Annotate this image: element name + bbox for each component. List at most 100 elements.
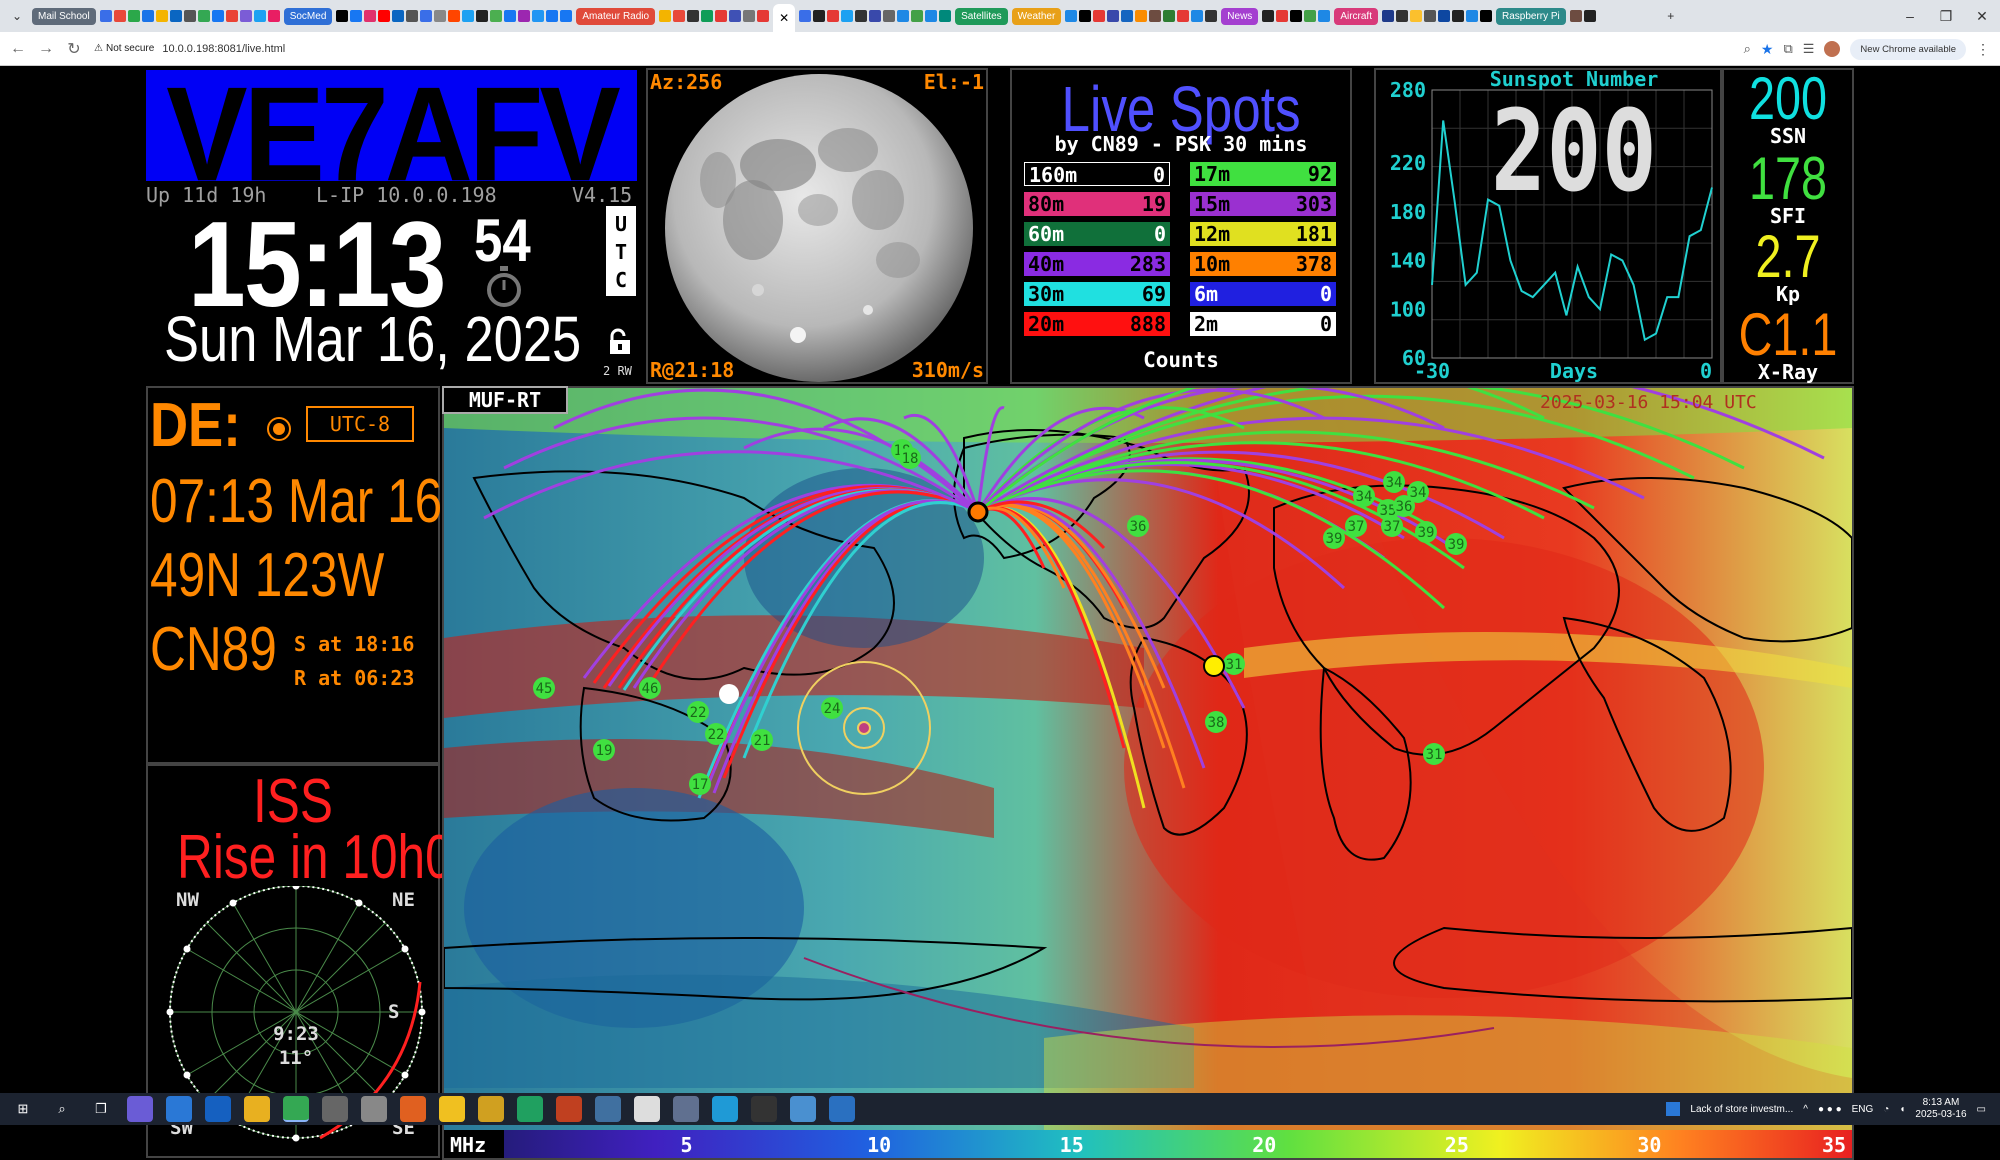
- bookmark-folder-mail-school[interactable]: Mail School: [32, 7, 96, 25]
- spot-station-marker[interactable]: 39: [1415, 521, 1437, 543]
- bookmark-folder-raspberry-pi[interactable]: Raspberry Pi: [1495, 7, 1566, 25]
- band-cell-12m[interactable]: 12m 181: [1190, 222, 1336, 246]
- de-location-marker[interactable]: [967, 501, 989, 523]
- bookmark-folder-weather[interactable]: Weather: [1011, 7, 1062, 25]
- tab-favicons-group-3[interactable]: [659, 10, 770, 22]
- back-arrow-icon[interactable]: ←: [4, 35, 32, 63]
- spot-station-marker[interactable]: 31: [1423, 743, 1445, 765]
- forward-arrow-icon[interactable]: →: [32, 35, 60, 63]
- spot-station-marker[interactable]: 19: [593, 739, 615, 761]
- tab-favicons-group-8[interactable]: [1569, 10, 1596, 22]
- spot-station-marker[interactable]: 46: [639, 677, 661, 699]
- spot-station-marker[interactable]: 39: [1445, 533, 1467, 555]
- app-icon-7[interactable]: [556, 1096, 582, 1122]
- news-widget-text[interactable]: Lack of store investm...: [1690, 1104, 1793, 1115]
- app-icon-8[interactable]: [595, 1096, 621, 1122]
- app-icon-10[interactable]: [673, 1096, 699, 1122]
- spot-station-marker[interactable]: 21: [751, 729, 773, 751]
- edge-icon[interactable]: [712, 1096, 738, 1122]
- news-widget-icon[interactable]: [1666, 1102, 1681, 1116]
- spot-station-marker[interactable]: 31: [1223, 653, 1245, 675]
- language-indicator[interactable]: ENG: [1852, 1104, 1874, 1115]
- zoom-icon[interactable]: ⌕: [1744, 41, 1751, 57]
- not-secure-badge[interactable]: ⚠ Not secure: [94, 43, 154, 54]
- app-icon-11[interactable]: [751, 1096, 777, 1122]
- bookmark-star-icon[interactable]: ★: [1761, 41, 1774, 58]
- app-icon-2[interactable]: [361, 1096, 387, 1122]
- network-icon[interactable]: ◔: [1883, 1104, 1889, 1115]
- iss-marker-icon[interactable]: [857, 721, 871, 735]
- tab-favicons-group-1[interactable]: [99, 10, 280, 22]
- utc-label-vertical[interactable]: U T C: [606, 206, 636, 296]
- volume-icon[interactable]: ◖: [1899, 1104, 1905, 1115]
- tray-app-icons[interactable]: ● ● ●: [1818, 1104, 1842, 1115]
- band-cell-160m[interactable]: 160m 0: [1024, 162, 1170, 187]
- unlock-icon[interactable]: [606, 328, 634, 356]
- start-icon[interactable]: ⊞: [10, 1096, 36, 1122]
- band-cell-6m[interactable]: 6m 0: [1190, 282, 1336, 306]
- bookmark-folder-socmed[interactable]: SocMed: [283, 7, 333, 25]
- bookmark-folder-amateur-radio[interactable]: Amateur Radio: [576, 7, 656, 25]
- chrome-icon[interactable]: [283, 1096, 309, 1122]
- band-cell-30m[interactable]: 30m 69: [1024, 282, 1170, 306]
- new-chrome-available-button[interactable]: New Chrome available: [1850, 38, 1966, 60]
- app-icon-13[interactable]: [829, 1096, 855, 1122]
- spot-station-marker[interactable]: 34: [1383, 471, 1405, 493]
- tab-list-icon[interactable]: ⌄: [6, 5, 28, 27]
- search-icon[interactable]: ⌕: [49, 1096, 75, 1122]
- spot-station-marker[interactable]: 17: [689, 773, 711, 795]
- minimize-icon[interactable]: –: [1890, 0, 1930, 32]
- menu-dots-icon[interactable]: ⋮: [1976, 41, 1990, 58]
- band-cell-20m[interactable]: 20m 888: [1024, 312, 1170, 336]
- spot-station-marker[interactable]: 22: [705, 723, 727, 745]
- tab-favicons-group-6[interactable]: [1262, 10, 1331, 22]
- live-spots-pane[interactable]: Live Spots by CN89 - PSK 30 mins 160m 0 80…: [1010, 68, 1352, 384]
- spot-station-marker[interactable]: 45: [533, 677, 555, 699]
- tab-favicons-group-2[interactable]: [336, 10, 573, 22]
- sunspot-pane[interactable]: Sunspot Number 200 280 220 180 140 100 60 -30…: [1374, 67, 1722, 384]
- restore-icon[interactable]: ❐: [1926, 0, 1966, 32]
- explorer-icon[interactable]: [244, 1096, 270, 1122]
- reload-icon[interactable]: ↻: [60, 35, 88, 63]
- spot-station-marker[interactable]: 37: [1381, 515, 1403, 537]
- spot-station-marker[interactable]: 34: [1353, 485, 1375, 507]
- bookmark-folder-satellites[interactable]: Satellites: [955, 7, 1008, 25]
- band-cell-60m[interactable]: 60m 0: [1024, 222, 1170, 246]
- spot-station-marker[interactable]: 38: [1205, 711, 1227, 733]
- close-window-icon[interactable]: ✕: [1962, 0, 2000, 32]
- new-tab-plus-icon[interactable]: +: [1660, 5, 1682, 27]
- app-icon-6[interactable]: [517, 1096, 543, 1122]
- band-cell-17m[interactable]: 17m 92: [1190, 162, 1336, 186]
- moon-pane[interactable]: Az:256 El:-1 R@21:18 310m/s: [646, 68, 988, 384]
- spot-station-marker[interactable]: 24: [821, 697, 843, 719]
- url-text[interactable]: 10.0.0.198:8081/live.html: [162, 43, 285, 55]
- spot-station-marker[interactable]: 18: [899, 447, 921, 469]
- bookmark-folder-news[interactable]: News: [1221, 7, 1259, 25]
- taskbar-clock[interactable]: 8:13 AM 2025-03-16: [1915, 1097, 1966, 1121]
- bookmark-folder-aircraft[interactable]: Aircraft: [1334, 7, 1378, 25]
- extensions-icon[interactable]: ⧉: [1783, 41, 1792, 57]
- app-icon-12[interactable]: [790, 1096, 816, 1122]
- band-cell-40m[interactable]: 40m 283: [1024, 252, 1170, 276]
- spot-station-marker[interactable]: 36: [1127, 515, 1149, 537]
- omnibox[interactable]: ⚠ Not secure 10.0.0.198:8081/live.html: [94, 36, 285, 62]
- tab-favicons-group-7[interactable]: [1381, 10, 1492, 22]
- spot-station-marker[interactable]: 22: [687, 701, 709, 723]
- tab-favicons-group-4[interactable]: [799, 10, 952, 22]
- space-weather-pane[interactable]: 200 SSN 178 SFI 2.7 Kp C1.1 X-Ray: [1722, 65, 1854, 384]
- store-icon[interactable]: [166, 1096, 192, 1122]
- reading-list-icon[interactable]: ☰: [1803, 41, 1815, 57]
- de-radio-icon[interactable]: [266, 416, 292, 442]
- app-icon-9[interactable]: [634, 1096, 660, 1122]
- world-map-pane[interactable]: 1818454622222119172434343435363937373939…: [442, 386, 1854, 1160]
- outlook-icon[interactable]: [205, 1096, 231, 1122]
- app-icon-5[interactable]: [478, 1096, 504, 1122]
- spot-station-marker[interactable]: 36: [1393, 495, 1415, 517]
- band-cell-80m[interactable]: 80m 19: [1024, 192, 1170, 216]
- copilot-icon[interactable]: [127, 1096, 153, 1122]
- callsign-panel[interactable]: VE7AFV: [146, 70, 637, 181]
- band-cell-10m[interactable]: 10m 378: [1190, 252, 1336, 276]
- spot-station-marker[interactable]: 37: [1345, 515, 1367, 537]
- spot-station-marker[interactable]: 39: [1323, 527, 1345, 549]
- band-cell-15m[interactable]: 15m 303: [1190, 192, 1336, 216]
